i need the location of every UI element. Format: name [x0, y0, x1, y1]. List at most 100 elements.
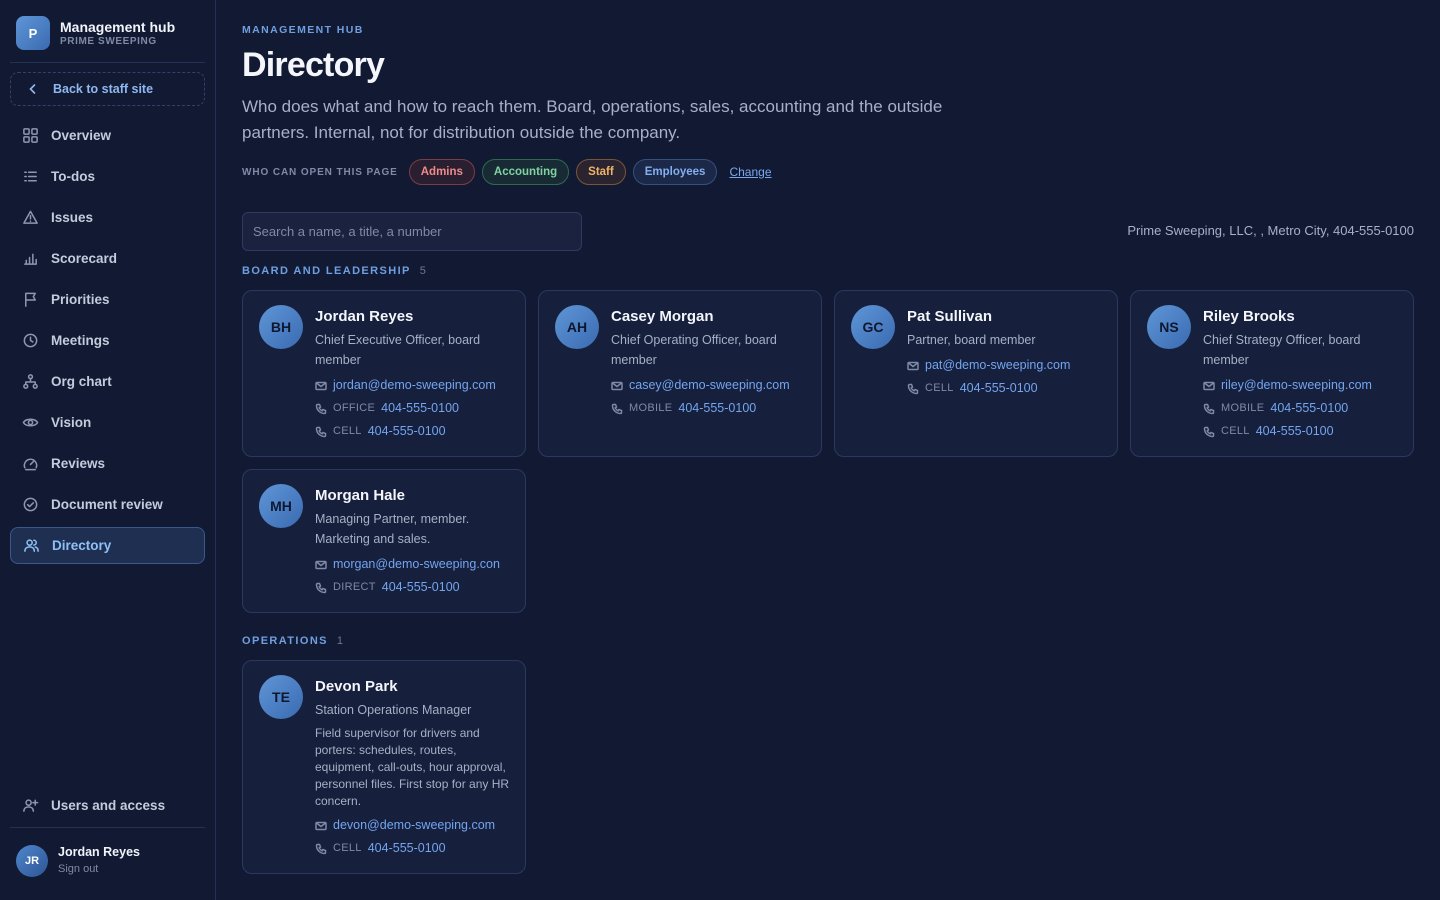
email-link[interactable]: casey@demo-sweeping.com: [629, 374, 790, 397]
email-link[interactable]: riley@demo-sweeping.com: [1221, 374, 1372, 397]
phone-icon: [315, 426, 327, 437]
phone-icon: [1203, 426, 1215, 437]
person-card: BH Jordan Reyes Chief Executive Officer,…: [242, 290, 526, 457]
phone-icon: [315, 843, 327, 854]
access-label: WHO CAN OPEN THIS PAGE: [242, 166, 398, 178]
sidebar-item-label: Reviews: [51, 456, 106, 471]
avatar: TE: [259, 675, 303, 719]
bar-chart-icon: [24, 253, 37, 265]
sidebar-item-directory[interactable]: Directory: [10, 527, 205, 564]
avatar: NS: [1147, 305, 1191, 349]
person-role: Managing Partner, member. Marketing and …: [315, 512, 470, 546]
section-title: OPERATIONS: [242, 635, 328, 647]
sidebar-item-label: Document review: [51, 497, 163, 512]
person-role: Chief Executive Officer, board member: [315, 333, 481, 367]
person-card: AH Casey Morgan Chief Operating Officer,…: [538, 290, 822, 457]
access-row: WHO CAN OPEN THIS PAGE Admins Accounting…: [242, 159, 772, 185]
mail-icon: [315, 821, 327, 830]
phone-icon: [611, 403, 623, 414]
phone-row: CELL 404-555-0100: [907, 377, 1107, 400]
sign-out-link[interactable]: Sign out: [58, 862, 140, 877]
phone-row: CELL 404-555-0100: [1203, 420, 1403, 443]
phone-link[interactable]: 404-555-0100: [381, 397, 459, 420]
phone-link[interactable]: 404-555-0100: [382, 576, 460, 599]
users-and-access-link[interactable]: Users and access: [10, 787, 205, 824]
section-title: BOARD AND LEADERSHIP: [242, 265, 411, 277]
users-and-access-label: Users and access: [51, 798, 166, 813]
chevron-left-icon: [29, 84, 36, 94]
phone-label: CELL: [333, 842, 362, 854]
phone-label: OFFICE: [333, 402, 376, 414]
phone-link[interactable]: 404-555-0100: [678, 397, 756, 420]
page-description: Who does what and how to reach them. Boa…: [242, 97, 943, 142]
avatar: MH: [259, 484, 303, 528]
user-name: Jordan Reyes: [58, 845, 140, 859]
phone-label: CELL: [1221, 425, 1250, 437]
email-link[interactable]: morgan@demo-sweeping.con: [333, 553, 500, 576]
change-access-link[interactable]: Change: [729, 165, 771, 179]
phone-link[interactable]: 404-555-0100: [368, 837, 446, 860]
sidebar-item-overview[interactable]: Overview: [10, 117, 205, 154]
phone-icon: [1203, 403, 1215, 414]
user-profile: JR Jordan Reyes Sign out: [16, 844, 140, 877]
person-blurb: Field supervisor for drivers and porters…: [315, 726, 510, 808]
sidebar-item-document-review[interactable]: Document review: [10, 486, 205, 523]
person-role: Chief Strategy Officer, board member: [1203, 333, 1361, 367]
user-plus-icon: [23, 799, 39, 812]
sidebar-divider: [10, 827, 205, 828]
grid-icon: [23, 128, 38, 143]
phone-row: CELL 404-555-0100: [315, 837, 515, 860]
section-count: 1: [336, 635, 344, 647]
email-link[interactable]: devon@demo-sweeping.com: [333, 814, 495, 837]
person-role: Partner, board member: [907, 333, 1036, 347]
sidebar-item-label: Scorecard: [51, 251, 118, 266]
email-row: morgan@demo-sweeping.con: [315, 553, 515, 576]
sidebar-item-label: Directory: [52, 538, 112, 553]
phone-link[interactable]: 404-555-0100: [1256, 420, 1334, 443]
sidebar-item-scorecard[interactable]: Scorecard: [10, 240, 205, 277]
access-chip-accounting: Accounting: [481, 159, 570, 185]
mail-icon: [907, 361, 919, 370]
person-name: Morgan Hale: [315, 487, 406, 504]
phone-row: MOBILE 404-555-0100: [611, 397, 811, 420]
sidebar-item-vision[interactable]: Vision: [10, 404, 205, 441]
sidebar: P Management hub PRIME SWEEPING Back to …: [0, 0, 216, 900]
sidebar-item-org-chart[interactable]: Org chart: [10, 363, 205, 400]
person-card: GC Pat Sullivan Partner, board member pa…: [834, 290, 1118, 457]
company-info: Prime Sweeping, LLC, , Metro City, 404-5…: [1127, 223, 1414, 238]
section-count: 5: [419, 265, 426, 277]
phone-link[interactable]: 404-555-0100: [960, 377, 1038, 400]
phone-label: DIRECT: [333, 581, 376, 593]
person-name: Pat Sullivan: [907, 308, 993, 325]
phone-row: CELL 404-555-0100: [315, 420, 515, 443]
phone-label: CELL: [925, 382, 954, 394]
avatar: AH: [555, 305, 599, 349]
mail-icon: [315, 381, 327, 390]
phone-label: MOBILE: [629, 402, 673, 414]
sidebar-item-issues[interactable]: Issues: [10, 199, 205, 236]
sidebar-item-label: Issues: [51, 210, 94, 225]
person-name: Casey Morgan: [611, 308, 714, 325]
phone-icon: [315, 582, 327, 593]
phone-row: DIRECT 404-555-0100: [315, 576, 515, 599]
eye-icon: [22, 418, 39, 427]
access-chip-staff: Staff: [576, 159, 626, 185]
list-check-icon: [24, 171, 37, 182]
section-header-operations: OPERATIONS 1: [242, 635, 343, 647]
email-link[interactable]: jordan@demo-sweeping.com: [333, 374, 496, 397]
sidebar-item-meetings[interactable]: Meetings: [10, 322, 205, 359]
back-to-staff-site-button[interactable]: Back to staff site: [10, 72, 205, 106]
phone-link[interactable]: 404-555-0100: [1270, 397, 1348, 420]
page-eyebrow: MANAGEMENT HUB: [242, 24, 364, 36]
email-link[interactable]: pat@demo-sweeping.com: [925, 354, 1070, 377]
sidebar-item-priorities[interactable]: Priorities: [10, 281, 205, 318]
sidebar-item-todos[interactable]: To-dos: [10, 158, 205, 195]
section-header-board: BOARD AND LEADERSHIP 5: [242, 265, 426, 277]
email-row: devon@demo-sweeping.com: [315, 814, 515, 837]
sidebar-item-label: To-dos: [51, 169, 95, 184]
sidebar-item-reviews[interactable]: Reviews: [10, 445, 205, 482]
users-icon: [24, 539, 39, 552]
phone-link[interactable]: 404-555-0100: [368, 420, 446, 443]
check-circle-icon: [23, 497, 38, 512]
search-input[interactable]: [242, 212, 582, 251]
